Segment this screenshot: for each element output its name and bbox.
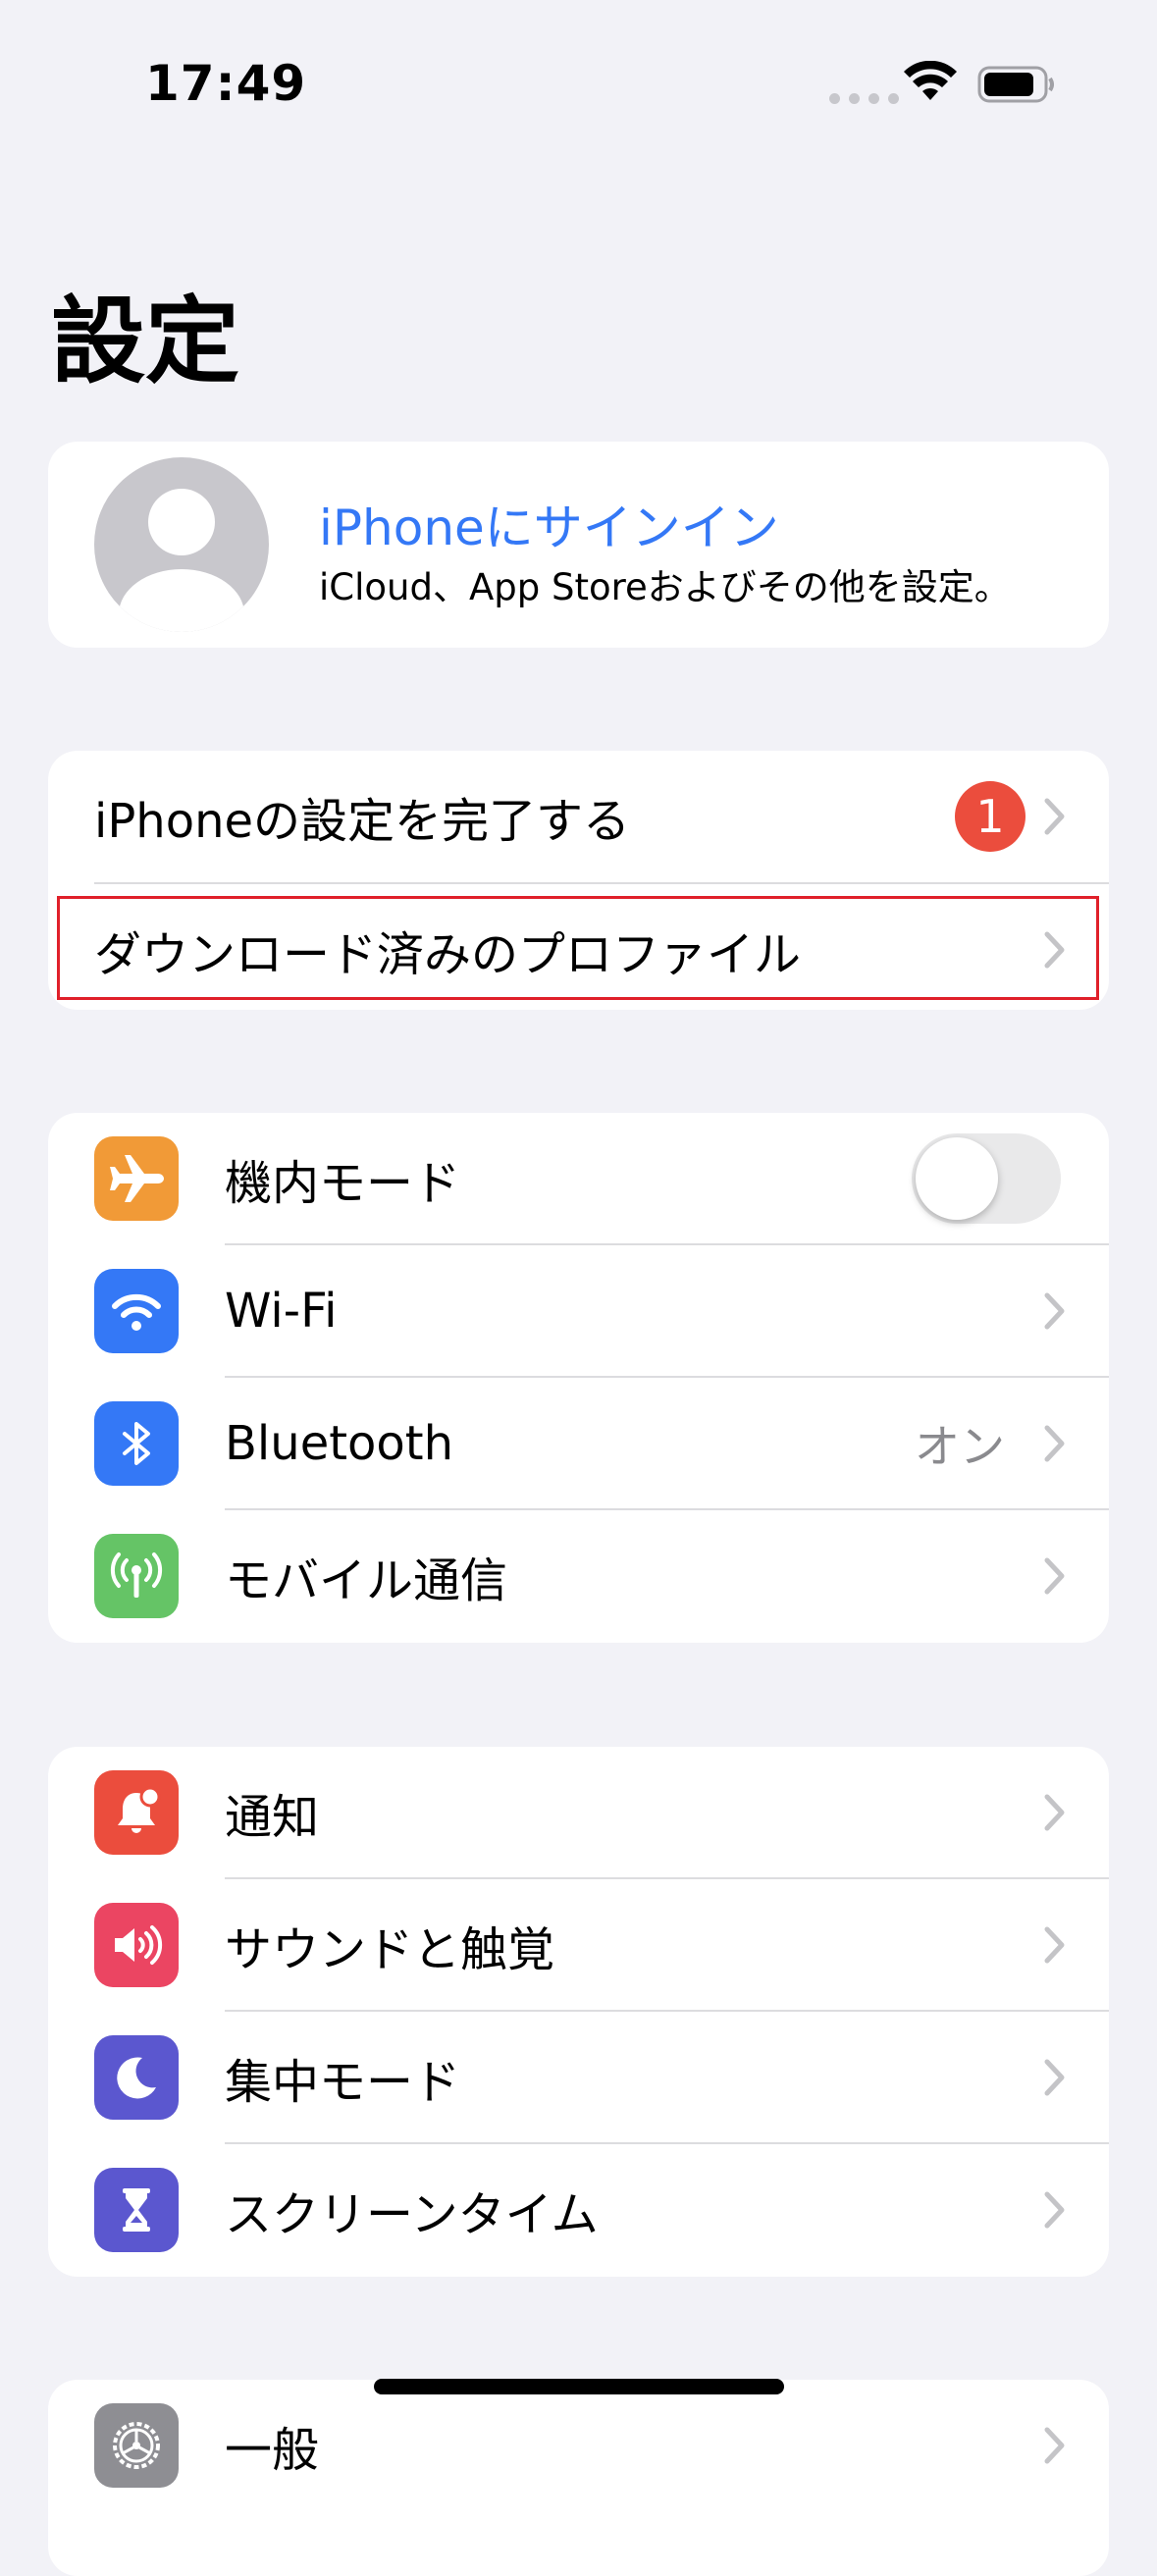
mobile-data-row[interactable]: モバイル通信	[48, 1510, 1109, 1642]
chevron-right-icon	[1044, 1425, 1065, 1462]
chevron-right-icon	[1044, 798, 1065, 835]
bluetooth-status: オン	[915, 1420, 1005, 1473]
general-group: 一般	[48, 2380, 1109, 2576]
sounds-row[interactable]: サウンドと触覚	[48, 1879, 1109, 2011]
toggle-knob	[916, 1137, 998, 1220]
chevron-right-icon	[1044, 1794, 1065, 1831]
chevron-right-icon	[1044, 1557, 1065, 1595]
connectivity-group: 機内モード Wi-Fi Bluetooth オン モバイル通信	[48, 1113, 1109, 1643]
home-indicator[interactable]	[374, 2379, 784, 2394]
bluetooth-icon	[94, 1401, 179, 1486]
bell-icon	[94, 1770, 179, 1855]
highlight-box	[57, 896, 1099, 1000]
wifi-label: Wi-Fi	[225, 1284, 338, 1339]
notifications-label: 通知	[225, 1790, 320, 1845]
signin-subtitle: iCloud、App Storeおよびその他を設定。	[319, 566, 1011, 608]
general-label: 一般	[225, 2423, 320, 2478]
finish-setup-label: iPhoneの設定を完了する	[94, 794, 631, 849]
airplane-icon	[94, 1136, 179, 1221]
wifi-icon	[94, 1269, 179, 1353]
apple-id-signin-card[interactable]: iPhoneにサインイン iCloud、App Storeおよびその他を設定。	[48, 442, 1109, 648]
bluetooth-row[interactable]: Bluetooth オン	[48, 1378, 1109, 1509]
screen-time-row[interactable]: スクリーンタイム	[48, 2144, 1109, 2276]
moon-icon	[94, 2035, 179, 2120]
wifi-status-icon	[904, 61, 957, 100]
signin-title: iPhoneにサインイン	[319, 499, 779, 556]
focus-label: 集中モード	[225, 2055, 461, 2110]
chevron-right-icon	[1044, 2427, 1065, 2464]
airplane-mode-toggle[interactable]	[912, 1133, 1061, 1224]
chevron-right-icon	[1044, 2191, 1065, 2229]
notification-badge: 1	[955, 781, 1026, 852]
finish-setup-row[interactable]: iPhoneの設定を完了する 1	[48, 751, 1109, 882]
notifications-row[interactable]: 通知	[48, 1747, 1109, 1878]
general-row[interactable]: 一般	[48, 2380, 1109, 2511]
wifi-row[interactable]: Wi-Fi	[48, 1245, 1109, 1377]
bluetooth-label: Bluetooth	[225, 1416, 454, 1471]
chevron-right-icon	[1044, 1292, 1065, 1330]
speaker-icon	[94, 1903, 179, 1987]
cellular-signal-icon	[829, 93, 899, 104]
airplane-mode-label: 機内モード	[225, 1156, 461, 1211]
antenna-icon	[94, 1534, 179, 1618]
status-time: 17:49	[145, 55, 307, 112]
gear-icon	[94, 2403, 179, 2488]
focus-row[interactable]: 集中モード	[48, 2012, 1109, 2143]
sounds-label: サウンドと触覚	[225, 1922, 555, 1977]
mobile-data-label: モバイル通信	[225, 1553, 508, 1608]
airplane-mode-row: 機内モード	[48, 1113, 1109, 1244]
page-title: 設定	[51, 287, 239, 396]
status-bar: 17:49	[0, 0, 1157, 157]
chevron-right-icon	[1044, 2059, 1065, 2096]
setup-group: iPhoneの設定を完了する 1 ダウンロード済みのプロファイル	[48, 751, 1109, 1010]
chevron-right-icon	[1044, 1926, 1065, 1964]
hourglass-icon	[94, 2168, 179, 2252]
battery-icon	[977, 66, 1054, 103]
avatar	[94, 457, 269, 632]
person-icon	[119, 489, 244, 632]
notifications-group: 通知 サウンドと触覚 集中モード スクリーンタイム	[48, 1747, 1109, 2277]
screen-time-label: スクリーンタイム	[225, 2187, 599, 2242]
